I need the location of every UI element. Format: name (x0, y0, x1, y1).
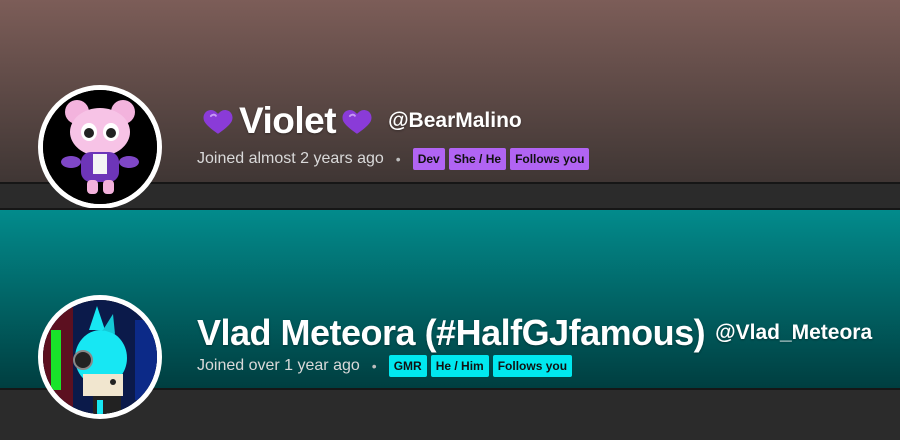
separator-dot: • (371, 358, 377, 374)
profile-card-violet: Violet @BearMalino Joined almost 2 years… (0, 0, 900, 209)
username-handle[interactable]: @Vlad_Meteora (715, 321, 872, 345)
meta-row: Joined over 1 year ago • GMR He / Him Fo… (197, 354, 576, 378)
avatar-image (43, 300, 157, 414)
display-name[interactable]: Violet (239, 100, 337, 142)
name-row: Violet @BearMalino (197, 98, 522, 144)
separator-dot: • (395, 151, 401, 167)
badge-role: GMR (388, 355, 427, 377)
purple-heart-icon (201, 104, 235, 138)
badge-follows-you: Follows you (510, 148, 590, 170)
badge-role: Dev (412, 148, 445, 170)
avatar-image (43, 90, 157, 204)
avatar[interactable] (38, 295, 162, 419)
meta-row: Joined almost 2 years ago • Dev She / He… (197, 147, 593, 171)
badge-pronouns: She / He (448, 148, 507, 170)
display-name[interactable]: Vlad Meteora (#HalfGJfamous) (197, 312, 706, 354)
purple-heart-icon (340, 104, 374, 138)
badge-pronouns: He / Him (430, 355, 489, 377)
name-row: Vlad Meteora (#HalfGJfamous) @Vlad_Meteo… (197, 306, 872, 360)
avatar[interactable] (38, 85, 162, 209)
badge-follows-you: Follows you (492, 355, 573, 377)
joined-date: Joined almost 2 years ago (197, 150, 384, 167)
joined-date: Joined over 1 year ago (197, 357, 360, 374)
username-handle[interactable]: @BearMalino (388, 109, 522, 133)
